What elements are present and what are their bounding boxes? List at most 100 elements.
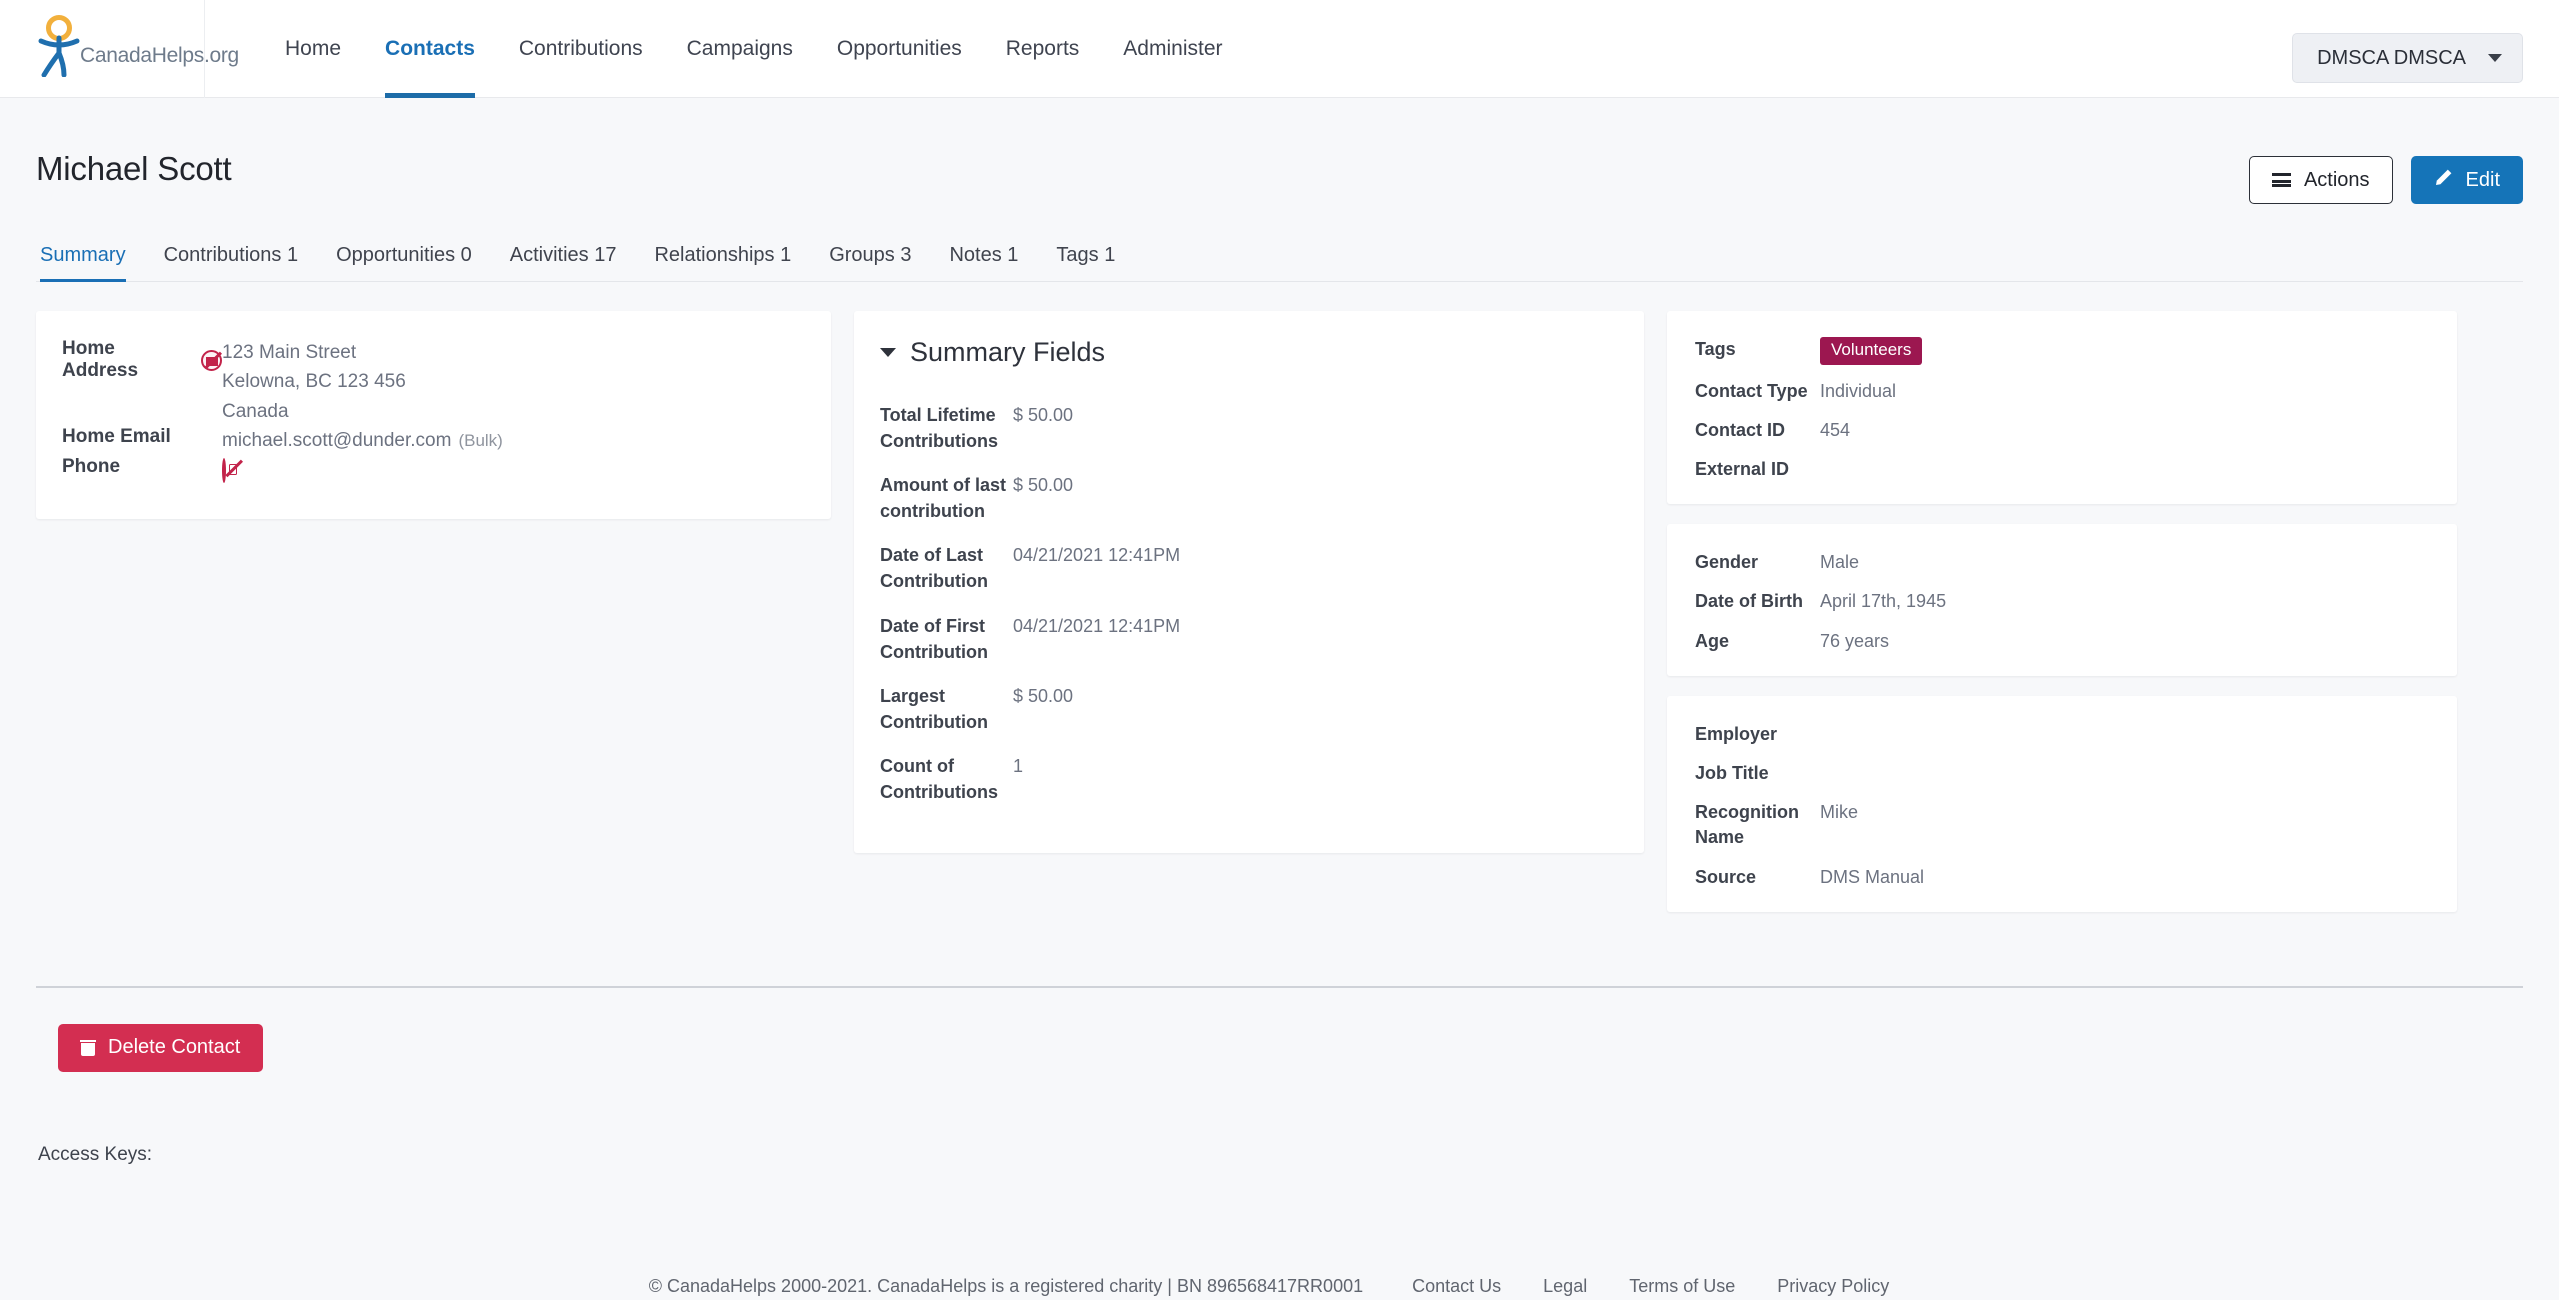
summary-fields-card: Summary Fields Total Lifetime Contributi… xyxy=(854,311,1644,854)
nav-item-contributions[interactable]: Contributions xyxy=(497,0,665,98)
access-keys-label: Access Keys: xyxy=(38,1143,153,1165)
tags-value: Volunteers xyxy=(1820,337,1923,365)
nav-item-contacts[interactable]: Contacts xyxy=(363,0,497,98)
employer-row: Employer xyxy=(1667,722,2457,747)
demographics-card: Gender Male Date of Birth April 17th, 19… xyxy=(1667,524,2457,676)
contact-id-label: Contact ID xyxy=(1695,419,1785,440)
age-value: 76 years xyxy=(1820,630,1890,651)
employment-card: Employer Job Title Recognition Name Mike… xyxy=(1667,695,2457,912)
do-not-phone-icon xyxy=(222,457,226,483)
home-email-value: michael.scott@dunder.com (Bulk) xyxy=(222,426,503,455)
edit-button-label: Edit xyxy=(2465,168,2500,191)
job-title-label: Job Title xyxy=(1695,763,1769,783)
trash-icon xyxy=(80,1039,96,1056)
actions-button-label: Actions xyxy=(2303,168,2370,191)
delete-contact-button[interactable]: Delete Contact xyxy=(58,1023,264,1072)
user-account-menu[interactable]: DMSCA DMSCA xyxy=(2292,33,2523,83)
summary-row-amount-of-last-contribution: Amount of last contribution $ 50.00 xyxy=(854,472,1644,524)
home-email-label: Home Email xyxy=(62,426,171,448)
summary-fields-title: Summary Fields xyxy=(910,337,1106,367)
summary-fields-header[interactable]: Summary Fields xyxy=(854,337,1644,368)
summary-row-date-of-first-contribution: Date of First Contribution 04/21/2021 12… xyxy=(854,613,1644,665)
phone-row: Phone xyxy=(36,456,831,485)
contact-details-column: Home Address 123 Main Street Kelowna, BC… xyxy=(36,311,831,520)
tab-notes[interactable]: Notes 1 xyxy=(930,244,1037,281)
date-of-birth-value: April 17th, 1945 xyxy=(1820,591,1947,612)
phone-label: Phone xyxy=(62,455,121,477)
edit-button[interactable]: Edit xyxy=(2410,156,2523,204)
contact-type-value: Individual xyxy=(1820,380,1897,401)
summary-row-largest-contribution: Largest Contribution $ 50.00 xyxy=(854,683,1644,735)
page-footer: © CanadaHelps 2000-2021. CanadaHelps is … xyxy=(36,1276,2523,1297)
top-navigation-bar: CanadaHelps.org Home Contacts Contributi… xyxy=(0,0,2559,98)
brand-logo-link[interactable]: CanadaHelps.org xyxy=(0,0,239,98)
nav-item-reports[interactable]: Reports xyxy=(984,0,1102,98)
gender-row: Gender Male xyxy=(1667,550,2457,575)
chevron-down-icon xyxy=(880,348,896,357)
summary-row-label: Date of Last Contribution xyxy=(880,545,988,592)
recognition-name-row: Recognition Name Mike xyxy=(1667,800,2457,850)
gender-label: Gender xyxy=(1695,552,1759,573)
tab-activities[interactable]: Activities 17 xyxy=(491,244,636,281)
phone-value xyxy=(222,456,226,485)
summary-row-value: $ 50.00 xyxy=(1013,405,1074,425)
primary-nav: Home Contacts Contributions Campaigns Op… xyxy=(263,0,1245,98)
page-title: Michael Scott xyxy=(36,150,232,187)
nav-item-campaigns[interactable]: Campaigns xyxy=(665,0,815,98)
summary-row-count-of-contributions: Count of Contributions 1 xyxy=(854,753,1644,805)
source-value: DMS Manual xyxy=(1820,866,1925,887)
hamburger-icon xyxy=(2271,173,2291,187)
page-container: Michael Scott Actions Edit Summary Contr… xyxy=(0,98,2559,1297)
actions-button[interactable]: Actions xyxy=(2248,156,2393,204)
tags-row: Tags Volunteers xyxy=(1667,337,2457,365)
employer-label: Employer xyxy=(1695,723,1778,744)
delete-contact-label: Delete Contact xyxy=(108,1036,241,1059)
summary-row-value: $ 50.00 xyxy=(1013,475,1074,496)
pencil-icon xyxy=(2434,168,2453,193)
footer-link-legal[interactable]: Legal xyxy=(1522,1276,1608,1297)
nav-item-administer[interactable]: Administer xyxy=(1101,0,1244,98)
footer-link-terms-of-use[interactable]: Terms of Use xyxy=(1608,1276,1756,1297)
contact-type-label: Contact Type xyxy=(1695,380,1808,401)
job-title-row: Job Title xyxy=(1667,761,2457,786)
canadahelps-person-logo-icon xyxy=(36,15,82,82)
home-email-bulk-flag: (Bulk) xyxy=(458,431,503,451)
contact-details-card: Home Address 123 Main Street Kelowna, BC… xyxy=(36,311,831,520)
tab-relationships[interactable]: Relationships 1 xyxy=(635,244,810,281)
tab-tags[interactable]: Tags 1 xyxy=(1037,244,1134,281)
home-email-address[interactable]: michael.scott@dunder.com xyxy=(222,430,451,451)
tab-summary[interactable]: Summary xyxy=(36,244,145,282)
recognition-name-label: Recognition Name xyxy=(1695,802,1799,848)
contact-type-row: Contact Type Individual xyxy=(1667,379,2457,404)
summary-row-total-lifetime-contributions: Total Lifetime Contributions $ 50.00 xyxy=(854,402,1644,454)
contact-tabs: Summary Contributions 1 Opportunities 0 … xyxy=(36,244,2523,282)
summary-row-value: 1 xyxy=(1013,755,1024,776)
tab-groups[interactable]: Groups 3 xyxy=(810,244,930,281)
date-of-birth-row: Date of Birth April 17th, 1945 xyxy=(1667,589,2457,614)
summary-row-label: Largest Contribution xyxy=(880,685,988,732)
summary-row-date-of-last-contribution: Date of Last Contribution 04/21/2021 12:… xyxy=(854,542,1644,594)
tab-opportunities[interactable]: Opportunities 0 xyxy=(317,244,491,281)
external-id-label: External ID xyxy=(1695,459,1790,480)
gender-value: Male xyxy=(1820,552,1860,573)
tags-label: Tags xyxy=(1695,339,1736,359)
user-account-label: DMSCA DMSCA xyxy=(2317,46,2466,69)
do-not-mail-icon xyxy=(201,349,222,371)
age-label: Age xyxy=(1695,630,1730,651)
nav-item-opportunities[interactable]: Opportunities xyxy=(815,0,984,98)
summary-content: Home Address 123 Main Street Kelowna, BC… xyxy=(36,311,2523,912)
summary-row-value: $ 50.00 xyxy=(1013,685,1074,706)
page-header: Michael Scott Actions Edit xyxy=(36,98,2523,204)
summary-fields-column: Summary Fields Total Lifetime Contributi… xyxy=(854,311,1644,854)
source-label: Source xyxy=(1695,866,1757,887)
tab-contributions[interactable]: Contributions 1 xyxy=(145,244,318,281)
address-line-1: 123 Main Street xyxy=(222,342,357,363)
age-row: Age 76 years xyxy=(1667,629,2457,654)
footer-copyright: © CanadaHelps 2000-2021. CanadaHelps is … xyxy=(648,1275,1364,1296)
footer-link-privacy-policy[interactable]: Privacy Policy xyxy=(1756,1276,1910,1297)
footer-link-contact-us[interactable]: Contact Us xyxy=(1391,1276,1522,1297)
home-address-row: Home Address 123 Main Street Kelowna, BC… xyxy=(36,338,831,426)
external-id-row: External ID xyxy=(1667,457,2457,482)
status-badge-volunteers[interactable]: Volunteers xyxy=(1820,337,1923,365)
nav-item-home[interactable]: Home xyxy=(263,0,363,98)
